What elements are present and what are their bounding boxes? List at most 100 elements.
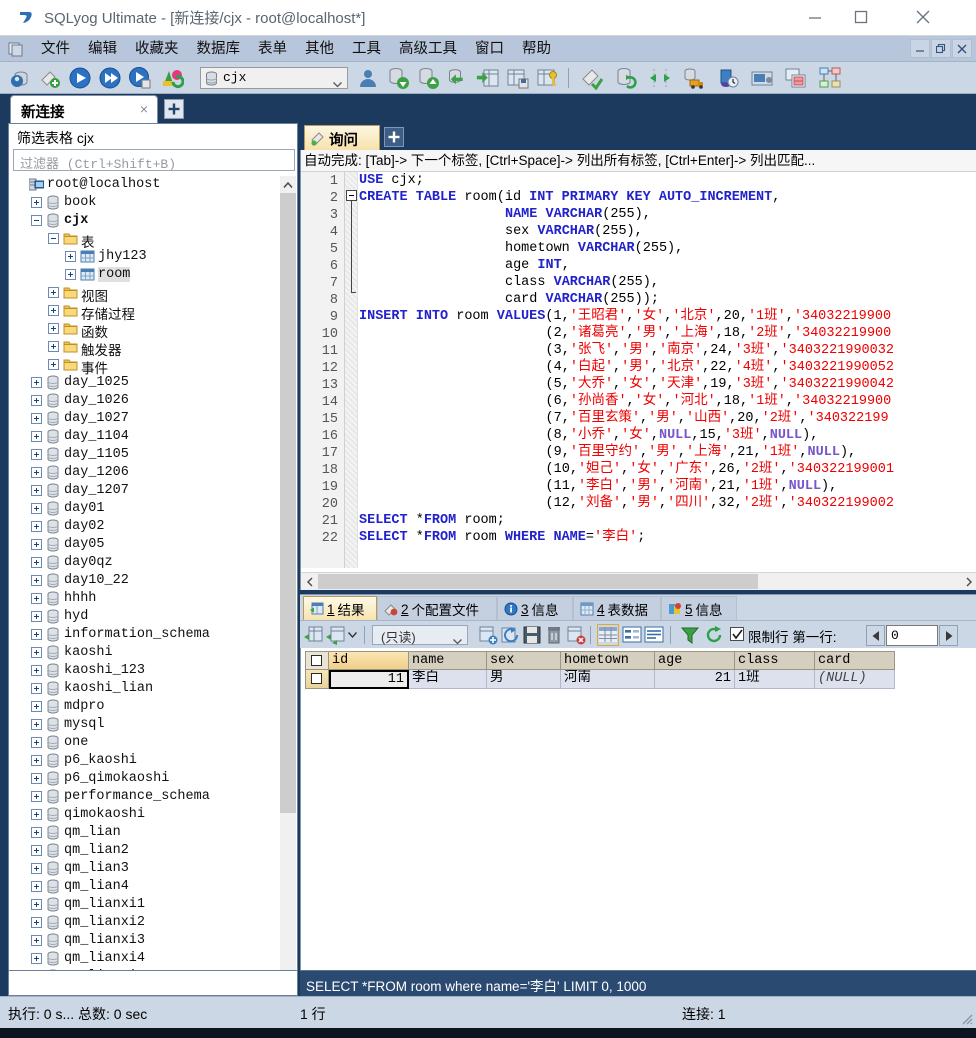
close-button[interactable] (900, 0, 946, 34)
menu-file[interactable]: 文件 (32, 36, 79, 62)
new-query-tab-icon[interactable] (38, 66, 62, 90)
result-grid-panel[interactable]: id name sex hometown age class card 11 李白男河南 21 1班… (300, 648, 976, 970)
execute-all-queries-icon[interactable] (98, 66, 122, 90)
migrate-data-icon[interactable] (682, 66, 706, 90)
edit-mode-selector[interactable]: (只读) (372, 625, 468, 645)
tree-expander-icon[interactable] (31, 413, 42, 424)
scrollbar-thumb[interactable] (280, 193, 296, 813)
commit-changes-icon[interactable] (478, 625, 498, 645)
tree-node[interactable]: 函数 (10, 320, 281, 342)
tree-expander-icon[interactable] (31, 377, 42, 388)
tree-expander-icon[interactable] (31, 719, 42, 730)
tree-expander-icon[interactable] (31, 215, 42, 226)
tree-expander-icon[interactable] (31, 773, 42, 784)
tree-node[interactable]: day0qz (10, 554, 281, 572)
tree-expander-icon[interactable] (31, 521, 42, 532)
first-row-increment-button[interactable] (939, 625, 958, 646)
tree-expander-icon[interactable] (65, 251, 76, 262)
database-selector[interactable]: cjx (200, 67, 348, 89)
tree-expander-icon[interactable] (31, 611, 42, 622)
mdi-minimize-button[interactable] (910, 39, 930, 58)
tree-expander-icon[interactable] (31, 575, 42, 586)
tree-expander-icon[interactable] (31, 467, 42, 478)
tree-expander-icon[interactable] (65, 269, 76, 280)
grid-cell-class[interactable]: 1班 (735, 670, 815, 689)
tree-expander-icon[interactable] (31, 791, 42, 802)
tree-node[interactable]: day_1104 (10, 428, 281, 446)
scroll-up-button[interactable] (280, 176, 296, 193)
import-data-icon[interactable] (386, 66, 410, 90)
result-grid[interactable]: id name sex hometown age class card 11 李白男河南 21 1班… (305, 651, 895, 689)
execute-current-statement-icon[interactable] (128, 66, 152, 90)
tree-node[interactable]: day_1027 (10, 410, 281, 428)
execute-query-icon[interactable] (68, 66, 92, 90)
editor-horizontal-scrollbar[interactable] (301, 572, 976, 590)
tree-expander-icon[interactable] (31, 935, 42, 946)
tree-node[interactable]: day05 (10, 536, 281, 554)
sql-editor[interactable]: 自动完成: [Tab]-> 下一个标签, [Ctrl+Space]-> 列出所有… (300, 150, 976, 590)
grid-cell-hometown[interactable]: 河南 (561, 670, 655, 689)
connection-tab-close-icon[interactable]: × (140, 101, 148, 117)
tree-node[interactable]: day01 (10, 500, 281, 518)
window-system-icon[interactable] (6, 39, 26, 59)
grid-cell-id[interactable]: 11 (329, 670, 409, 689)
grid-view-icon[interactable] (597, 624, 619, 646)
tree-expander-icon[interactable] (48, 305, 59, 316)
fold-toggle-icon[interactable] (346, 190, 357, 201)
duplicate-row-icon[interactable] (326, 625, 346, 645)
tree-expander-icon[interactable] (31, 737, 42, 748)
tree-node[interactable]: jhy123 (10, 248, 281, 266)
tree-expander-icon[interactable] (31, 809, 42, 820)
grid-column-header[interactable]: class (735, 651, 815, 670)
tree-expander-icon[interactable] (31, 539, 42, 550)
tree-node[interactable]: qm_lianxi4 (10, 950, 281, 968)
tree-node[interactable]: day_1105 (10, 446, 281, 464)
tree-expander-icon[interactable] (31, 647, 42, 658)
tree-expander-icon[interactable] (31, 917, 42, 928)
tree-expander-icon[interactable] (31, 755, 42, 766)
menu-tools[interactable]: 工具 (343, 36, 390, 62)
tree-expander-icon[interactable] (31, 863, 42, 874)
tree-expander-icon[interactable] (31, 899, 42, 910)
menu-favorites[interactable]: 收藏夹 (126, 36, 188, 62)
user-manager-icon[interactable] (356, 66, 380, 90)
tree-expander-icon[interactable] (31, 881, 42, 892)
tree-expander-icon[interactable] (31, 953, 42, 964)
tree-expander-icon[interactable] (31, 449, 42, 460)
first-row-input[interactable]: 0 (886, 625, 938, 646)
tree-node[interactable]: day_1025 (10, 374, 281, 392)
tree-expander-icon[interactable] (48, 359, 59, 370)
filter-icon[interactable] (680, 625, 700, 645)
tree-node[interactable]: cjx (10, 212, 281, 230)
grid-cell-age[interactable]: 21 (655, 670, 735, 689)
tree-node[interactable]: hyd (10, 608, 281, 626)
tree-expander-icon[interactable] (31, 629, 42, 640)
tree-node[interactable]: day10_22 (10, 572, 281, 590)
refresh-icon[interactable] (704, 625, 724, 645)
sql-formatter-icon[interactable] (580, 66, 604, 91)
grid-data-row[interactable]: 11 李白男河南 21 1班 (NULL) (305, 670, 895, 689)
tree-node[interactable]: qm_lian3 (10, 860, 281, 878)
sql-code-area[interactable]: USE cjx; CREATE TABLE room(id INT PRIMARY… (359, 172, 969, 568)
tree-expander-icon[interactable] (48, 323, 59, 334)
tree-node[interactable]: day_1206 (10, 464, 281, 482)
insert-row-icon[interactable] (304, 625, 324, 645)
menu-table[interactable]: 表单 (249, 36, 296, 62)
tree-node[interactable]: mysql (10, 716, 281, 734)
sync-db-icon[interactable] (648, 66, 672, 90)
visual-diff-icon[interactable] (784, 66, 808, 90)
maximize-button[interactable] (838, 0, 884, 34)
tree-node[interactable]: 表 (10, 230, 281, 252)
tree-expander-icon[interactable] (31, 845, 42, 856)
tree-expander-icon[interactable] (31, 431, 42, 442)
tree-node[interactable]: qm_lianxi2 (10, 914, 281, 932)
menu-powertools[interactable]: 高级工具 (390, 36, 466, 62)
tree-node[interactable]: kaoshi (10, 644, 281, 662)
tree-expander-icon[interactable] (31, 683, 42, 694)
tree-expander-icon[interactable] (31, 197, 42, 208)
resize-grip-icon[interactable] (959, 1011, 973, 1025)
form-view-icon[interactable] (622, 625, 642, 645)
menu-help[interactable]: 帮助 (513, 36, 560, 62)
result-tab-表数据[interactable]: 4 表数据 (573, 596, 661, 621)
tree-node[interactable]: qm_lianxi3 (10, 932, 281, 950)
